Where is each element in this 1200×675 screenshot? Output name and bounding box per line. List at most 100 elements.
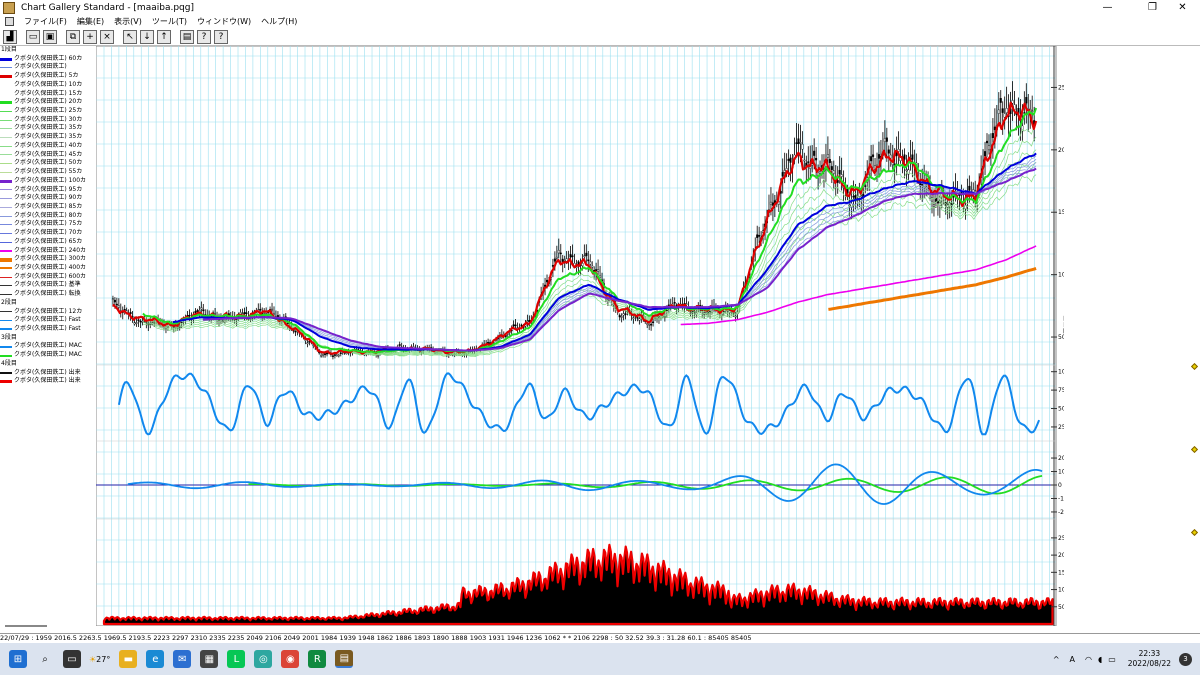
chart-icon[interactable]: ▟ [3,29,17,44]
edge-icon[interactable]: e [146,650,165,668]
weather-widget[interactable]: ☀ 27° [89,655,110,664]
start-icon[interactable]: ⊞ [9,650,27,668]
candle-body [571,255,574,257]
y-tick-label: 1000 [1058,272,1064,279]
candle-body [832,170,835,174]
copy-icon[interactable]: ⧉ [66,29,80,44]
candle-body [202,309,205,312]
wifi-icon[interactable]: ◠ [1085,655,1092,664]
candle-body [618,315,621,318]
candle-body [591,265,594,268]
clock[interactable]: 22:33 2022/08/22 [1128,649,1171,669]
legend-label: クボタ(久保田鉄工) 12カ [14,307,83,315]
candle-body [987,145,990,151]
legend-swatch [0,311,12,313]
candle-body [986,140,989,144]
candle-body [514,324,517,327]
menu-view[interactable]: 表示(V) [114,16,142,27]
menu-file[interactable]: ファイル(F) [24,16,67,27]
legend-label: クボタ(久保田鉄工) 出来 [14,377,81,385]
candle-body [758,234,761,237]
document-icon[interactable] [5,17,14,26]
legend-label: クボタ(久保田鉄工) 50カ [14,159,83,167]
scroll-marker[interactable] [1190,362,1199,371]
y-tick-label: 0 [1058,482,1062,489]
open-folder-icon[interactable]: ▭ [26,29,40,44]
legend-panel-header: 2段目 [1,298,17,306]
scroll-marker[interactable] [1190,445,1199,454]
app-icon[interactable] [3,1,15,14]
candle-body [559,252,562,255]
menu-help[interactable]: ヘルプ(H) [261,16,297,27]
legend-label: クボタ(久保田鉄工) 100カ [14,176,87,184]
notification-badge[interactable]: 3 [1179,652,1192,666]
print-icon[interactable]: ▤ [180,29,194,44]
tray-chevron-icon[interactable]: ^ [1053,655,1060,664]
y-tick-label: 500 [1058,334,1064,341]
speaker-icon[interactable]: ◖ [1098,655,1102,664]
legend-item: クボタ(久保田鉄工) 12カ [0,308,96,317]
legend-label: クボタ(久保田鉄工) 90カ [14,194,83,202]
legend-swatch [0,198,12,200]
task-view-icon[interactable]: ▭ [63,650,81,668]
save-icon[interactable]: ▣ [43,29,57,44]
info-icon[interactable]: ? [197,29,211,44]
menu-edit[interactable]: 編集(E) [77,16,104,27]
candle-body [1031,110,1034,113]
legend-label: クボタ(久保田鉄工) 400カ [14,263,87,271]
chrome-icon[interactable]: ◉ [281,650,300,668]
legend-swatch [0,345,12,348]
candle-body [838,170,841,175]
legend-label: クボタ(久保田鉄工) 25カ [14,107,83,115]
help-icon[interactable]: ? [214,29,228,44]
cursor-icon[interactable]: ↖ [123,29,137,44]
legend-label: クボタ(久保田鉄工) 15カ [14,89,83,97]
title-bar: Chart Gallery Standard - [maaiba.pqg] — … [0,0,1200,15]
close-button[interactable]: ✕ [1160,0,1200,15]
y-tick-label: 100 [1058,369,1064,376]
ime-indicator[interactable]: A [1070,655,1075,664]
legend-item: クボタ(久保田鉄工) 出来 [0,369,96,378]
legend-label: クボタ(久保田鉄工) 転換 [14,290,81,298]
minimize-button[interactable]: — [1085,0,1130,15]
upload-icon[interactable]: ↑ [157,29,171,44]
legend-swatch [0,110,12,112]
legend-swatch [0,137,12,139]
download-icon[interactable]: ↓ [140,29,154,44]
candle-body [512,324,515,327]
delete-icon[interactable]: × [100,29,114,44]
legend-item: クボタ(久保田鉄工) 転換 [0,290,96,299]
candle-body [826,154,829,158]
candle-body [245,312,248,314]
store-icon[interactable]: ▦ [200,650,219,668]
scroll-marker[interactable] [1190,528,1199,537]
candle-body [272,312,275,315]
y-tick-label: 25 [1058,424,1064,431]
search-icon[interactable]: ⌕ [36,650,54,668]
legend-item: クボタ(久保田鉄工) MAC [0,351,96,360]
candle-body [968,185,971,191]
candle-body [648,323,651,326]
legend-item: クボタ(久保田鉄工) [0,63,96,72]
chart-gallery-taskbar-icon[interactable]: ▤ [335,650,354,668]
crosshair-icon[interactable]: + [83,29,97,44]
candle-body [993,126,996,131]
candle-body [133,322,136,325]
candle-body [200,307,203,310]
stock-chart[interactable]: 9192939495969798990001020304050607080910… [96,46,1064,626]
explorer-icon[interactable]: ▬ [119,650,138,668]
mail-icon[interactable]: ✉ [173,650,192,668]
battery-icon[interactable]: ▭ [1108,655,1116,664]
legend-item: クボタ(久保田鉄工) 基準 [0,281,96,290]
menu-bar: ファイル(F) 編集(E) 表示(V) ツール(T) ウィンドウ(W) ヘルプ(… [0,15,1200,28]
line-icon[interactable]: L [227,650,246,668]
candle-body [135,322,138,324]
menu-tools[interactable]: ツール(T) [152,16,187,27]
legend-item: クボタ(久保田鉄工) 50カ [0,159,96,168]
globe-icon[interactable]: ◎ [254,650,273,668]
candle-body [650,323,653,326]
menu-window[interactable]: ウィンドウ(W) [197,16,251,27]
legend-scrollbar[interactable] [5,625,47,627]
candle-body [673,302,676,304]
app-r-icon[interactable]: R [308,650,327,668]
